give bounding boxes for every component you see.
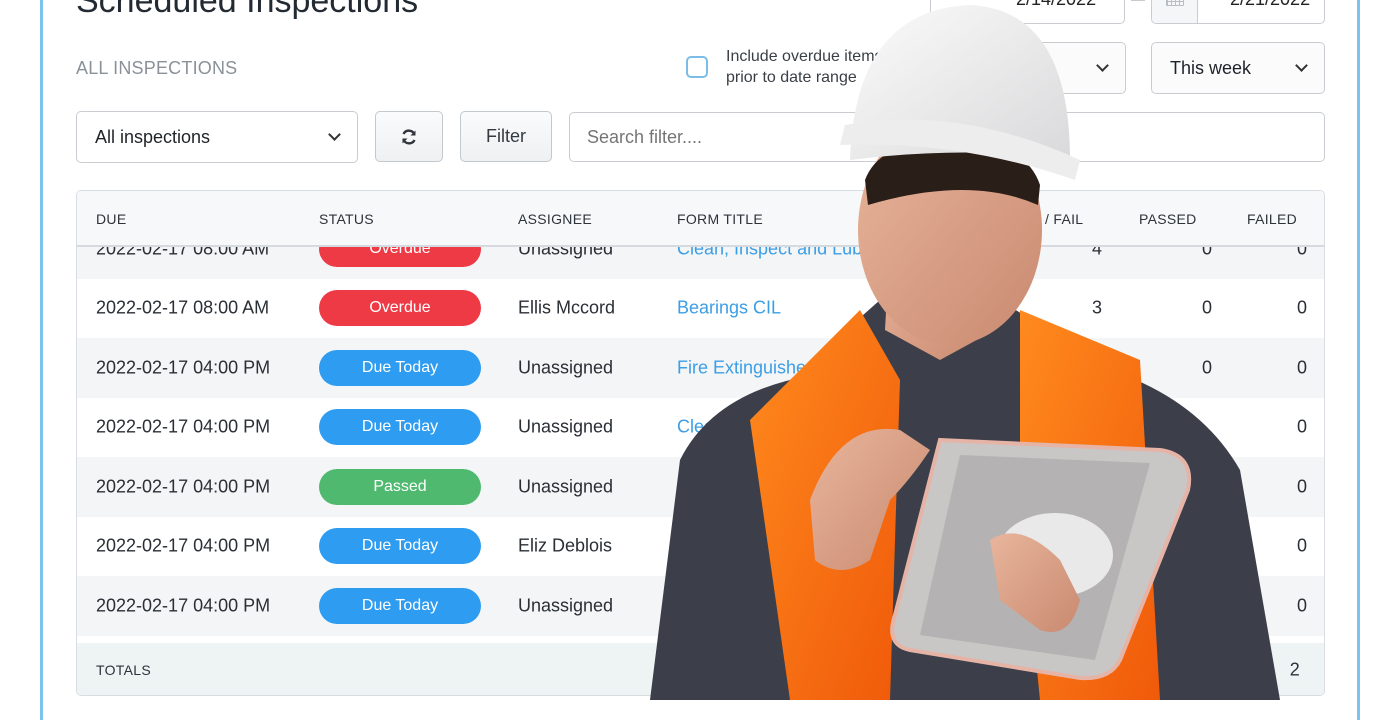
table-row[interactable]: 2022-02-17 04:00 PM Due Today Unassigned Cl… (77, 398, 1324, 458)
form-title-link[interactable]: Fire (677, 476, 708, 497)
section-label: ALL INSPECTIONS (76, 58, 238, 78)
chevron-down-icon (328, 128, 341, 141)
column-header-due[interactable]: DUE (96, 211, 126, 227)
status-badge: Due Today (319, 349, 481, 386)
inspection-type-value: All inspections (95, 126, 211, 147)
table-row[interactable]: 2022-02-17 04:00 PM Due Today Eliz Deblois… (77, 517, 1324, 577)
calendar-icon (1165, 0, 1184, 6)
due-cell: 2022-02-17 08:00 AM (96, 297, 270, 318)
page-title: Scheduled Inspections (76, 0, 419, 20)
include-overdue-label: Include overdue items prior to date rang… (726, 46, 883, 88)
table-row[interactable]: 2022-02-17 04:00 PM Due Today Unassigned 0 (77, 576, 1324, 636)
assignee-cell: Unassigned (518, 416, 614, 437)
include-overdue-label-line2: prior to date range (726, 69, 857, 86)
column-header-failed[interactable]: FAILED (1247, 211, 1297, 227)
pass-fail-cell: 3 (1091, 297, 1102, 318)
column-header-pass-fail[interactable]: / FAIL (1045, 211, 1083, 227)
secondary-select[interactable] (1000, 42, 1126, 94)
date-start-value: 2/14/2022 (931, 0, 1096, 10)
status-badge: Due Today (319, 528, 481, 565)
table-header: DUE STATUS ASSIGNEE FORM TITLE / FAIL PA… (77, 191, 1324, 247)
status-badge: Due Today (319, 587, 481, 624)
table-row[interactable]: 2022-02-17 04:00 PM Passed Unassigned Fire 0 (77, 457, 1324, 517)
date-range-select[interactable]: This week (1151, 42, 1325, 94)
totals-label: TOTALS (96, 662, 151, 678)
column-header-form-title[interactable]: FORM TITLE (677, 211, 763, 227)
calendar-addon[interactable] (1152, 0, 1198, 23)
date-end-input[interactable]: 2/21/2022 (1151, 0, 1325, 24)
status-badge: Passed (319, 468, 481, 505)
failed-cell: 0 (1296, 535, 1307, 556)
due-cell: 2022-02-17 04:00 PM (96, 595, 271, 616)
failed-cell: 0 (1296, 416, 1307, 437)
status-badge: Due Today (319, 409, 481, 446)
include-overdue-option[interactable]: Include overdue items prior to date rang… (686, 46, 883, 88)
form-title-link[interactable]: Bearings CIL (677, 298, 781, 319)
passed-cell: 0 (1201, 297, 1212, 318)
column-header-status[interactable]: STATUS (319, 211, 374, 227)
due-cell: 2022-02-17 04:00 PM (96, 476, 271, 497)
form-title-link[interactable]: Fire Extinguisher (677, 357, 812, 378)
refresh-icon (402, 128, 416, 145)
column-header-assignee[interactable]: ASSIGNEE (518, 211, 592, 227)
table-row[interactable]: 2022-02-17 04:00 PM Due Today Unassigned Fi… (77, 338, 1324, 398)
date-start-input[interactable]: 2/14/2022 (930, 0, 1125, 24)
failed-cell: 0 (1296, 595, 1307, 616)
assignee-cell: Ellis Mccord (518, 297, 616, 318)
assignee-cell: Unassigned (518, 476, 614, 497)
totals-row: TOTALS 2 (77, 643, 1324, 695)
include-overdue-checkbox[interactable] (686, 56, 708, 78)
chevron-down-icon (1096, 59, 1109, 72)
assignee-cell: Unassigned (518, 595, 614, 616)
failed-cell: 0 (1296, 297, 1307, 318)
status-badge: Overdue (319, 290, 481, 327)
inspections-table: DUE STATUS ASSIGNEE FORM TITLE / FAIL PA… (76, 190, 1325, 696)
form-title-link[interactable]: Clean (677, 417, 724, 438)
assignee-cell: Eliz Deblois (518, 535, 613, 556)
chevron-down-icon (1295, 59, 1308, 72)
failed-cell: 0 (1296, 476, 1307, 497)
filter-button[interactable]: Filter (460, 111, 552, 162)
date-range-separator (1131, 0, 1145, 1)
form-title-link[interactable]: 5 (677, 536, 687, 557)
due-cell: 2022-02-17 04:00 PM (96, 416, 271, 437)
date-end-value: 2/21/2022 (1198, 0, 1310, 10)
refresh-button[interactable] (375, 111, 443, 162)
table-row[interactable]: 2022-02-17 08:00 AM Overdue Ellis Mccord Be… (77, 279, 1324, 339)
due-cell: 2022-02-17 04:00 PM (96, 535, 271, 556)
failed-cell: 0 (1296, 357, 1307, 378)
due-cell: 2022-02-17 04:00 PM (96, 357, 271, 378)
date-range-select-value: This week (1170, 57, 1252, 78)
inspection-type-select[interactable]: All inspections (76, 111, 358, 163)
search-input[interactable] (569, 112, 1325, 162)
passed-cell: 0 (1201, 357, 1212, 378)
include-overdue-label-line1: Include overdue items (726, 48, 883, 65)
column-header-passed[interactable]: PASSED (1139, 211, 1197, 227)
totals-failed: 2 (1289, 659, 1300, 680)
assignee-cell: Unassigned (518, 357, 614, 378)
